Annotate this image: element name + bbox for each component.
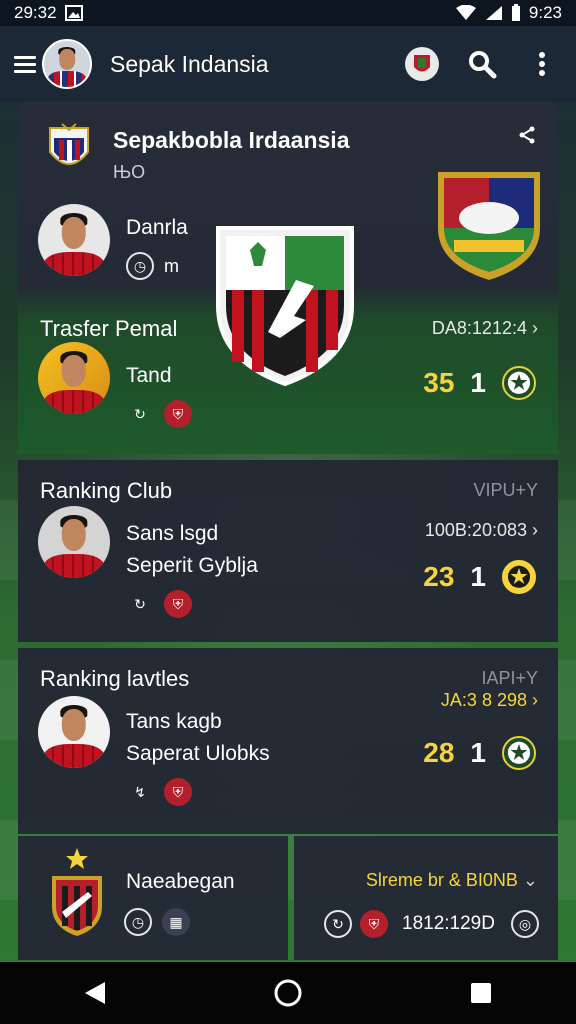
chevron-right-icon: › (532, 690, 538, 710)
club-mini-icon[interactable]: ▦ (162, 908, 190, 936)
image-notification-icon (64, 5, 83, 21)
player-photo (38, 696, 110, 768)
bottom-cards: Naeabegan ◷ ▦ Slreme br & BI0NB ⌄ ↻ ⛨ 18… (18, 836, 558, 960)
profile-avatar[interactable] (42, 39, 92, 89)
home-icon[interactable] (273, 978, 303, 1008)
ranking-date: JA:3 8 298 › (440, 690, 538, 710)
clock-icon[interactable]: ◷ (124, 908, 152, 936)
club-shield-icon[interactable]: ⛨ (164, 400, 192, 428)
settings-icon[interactable]: ◎ (510, 910, 539, 938)
featured-player[interactable]: Danrla ◷ m (38, 204, 188, 280)
ranking-score: 23 1 ✪ (423, 560, 536, 594)
status-time-right: 9:23 (528, 3, 562, 22)
player-name: Danrla (126, 216, 188, 239)
overflow-menu-button[interactable] (522, 44, 562, 84)
away-score: 1 (470, 737, 486, 768)
recents-icon[interactable] (469, 981, 493, 1005)
ranking-score: 28 1 ✪ (423, 736, 536, 770)
player-photo (38, 342, 110, 414)
player-name: Tand (126, 364, 172, 387)
team-card[interactable]: Naeabegan ◷ ▦ (18, 836, 288, 960)
ranking-tag: IAPI+Y (481, 668, 538, 688)
share-arrow-icon[interactable]: ↻ (126, 590, 154, 618)
club-crest-emblem (216, 226, 354, 387)
status-bar: 29:32 9:23 (0, 0, 576, 26)
share-icon[interactable] (518, 126, 536, 144)
wifi-icon (455, 5, 476, 20)
ranking-tag: VIPU+Y (473, 480, 538, 500)
player-photo (38, 204, 110, 276)
status-time: 29:32 (14, 3, 57, 22)
kick-icon[interactable]: ↯ (126, 778, 154, 806)
chevron-right-icon: › (532, 520, 538, 540)
player-line-1: Tans kagb (126, 710, 222, 733)
app-bar: Sepak Indansia (0, 26, 576, 102)
match-score: 35 1 ✪ (423, 366, 536, 400)
back-icon[interactable] (83, 980, 107, 1006)
club-shield-icon[interactable]: ⛨ (164, 778, 192, 806)
menu-icon[interactable] (14, 55, 36, 73)
clock-icon[interactable]: ◷ (126, 252, 154, 280)
home-score: 35 (423, 367, 455, 398)
ranking-player[interactable]: Sans lsgd Seperit Gyblja ↻ ⛨ (38, 506, 258, 618)
away-score: 1 (470, 367, 486, 398)
ranking-lavtles-card[interactable]: Ranking lavtles IAPI+Y JA:3 8 298 › Tans… (18, 648, 558, 834)
transfer-player[interactable]: Tand ↻ ⛨ (38, 342, 192, 428)
away-score: 1 (470, 561, 486, 592)
player-photo (38, 506, 110, 578)
player-line-2: Saperat Ulobks (126, 742, 270, 765)
signal-icon (485, 6, 502, 20)
medal-icon[interactable]: ✪ (502, 560, 536, 594)
more-vert-icon (539, 52, 545, 76)
home-score: 28 (423, 737, 455, 768)
team-crest-icon (52, 848, 102, 936)
ranking-club-label: Ranking Club (40, 478, 173, 503)
transfer-section-label: Trasfer Pemal (40, 316, 178, 341)
share-arrow-icon[interactable]: ↻ (126, 400, 154, 428)
ranking-player[interactable]: Tans kagb Saperat Ulobks ↯ ⛨ (38, 696, 270, 806)
system-nav-bar (0, 962, 576, 1024)
home-score: 23 (423, 561, 455, 592)
search-button[interactable] (462, 44, 502, 84)
opponent-crest-emblem (438, 172, 540, 280)
league-badge-icon (49, 123, 89, 165)
player-line-2: Seperit Gyblja (126, 554, 258, 577)
player-line-1: Sans lsgd (126, 522, 219, 545)
medal-icon[interactable]: ✪ (502, 366, 536, 400)
refresh-icon[interactable]: ↻ (324, 910, 352, 938)
stat-icon: m (164, 255, 179, 276)
stream-label: Slreme br & BI0NB ⌄ (365, 870, 538, 890)
chevron-down-icon: ⌄ (522, 870, 538, 890)
league-title: Sepakbobla Irdaansia (113, 127, 350, 153)
app-title: Sepak Indansia (110, 50, 269, 77)
league-subtitle: ЊО (113, 162, 146, 182)
stream-card[interactable]: Slreme br & BI0NB ⌄ ↻ ⛨ 1812:129D ◎ (294, 836, 558, 960)
ranking-lavtles-label: Ranking lavtles (40, 666, 190, 691)
club-shield-icon[interactable]: ⛨ (360, 910, 388, 938)
feed: Sepakbobla Irdaansia ЊО Danrla ◷ m Trasf… (18, 102, 558, 834)
chevron-right-icon: › (532, 318, 538, 338)
team-name: Naeabegan (126, 870, 235, 893)
ranking-date: 100B:20:083 › (424, 520, 538, 540)
club-shield-icon[interactable]: ⛨ (164, 590, 192, 618)
club-crest-icon (405, 47, 439, 81)
ranking-club-card[interactable]: Ranking Club VIPU+Y Sans lsgd Seperit Gy… (18, 460, 558, 642)
league-card[interactable]: Sepakbobla Irdaansia ЊО Danrla ◷ m Trasf… (18, 102, 558, 454)
medal-icon[interactable]: ✪ (502, 736, 536, 770)
search-icon (469, 51, 497, 79)
match-date: DA8:1212:4 › (431, 318, 538, 338)
battery-icon (511, 4, 520, 21)
club-crest-button[interactable] (402, 44, 442, 84)
stream-date: 1812:129D (402, 913, 495, 934)
